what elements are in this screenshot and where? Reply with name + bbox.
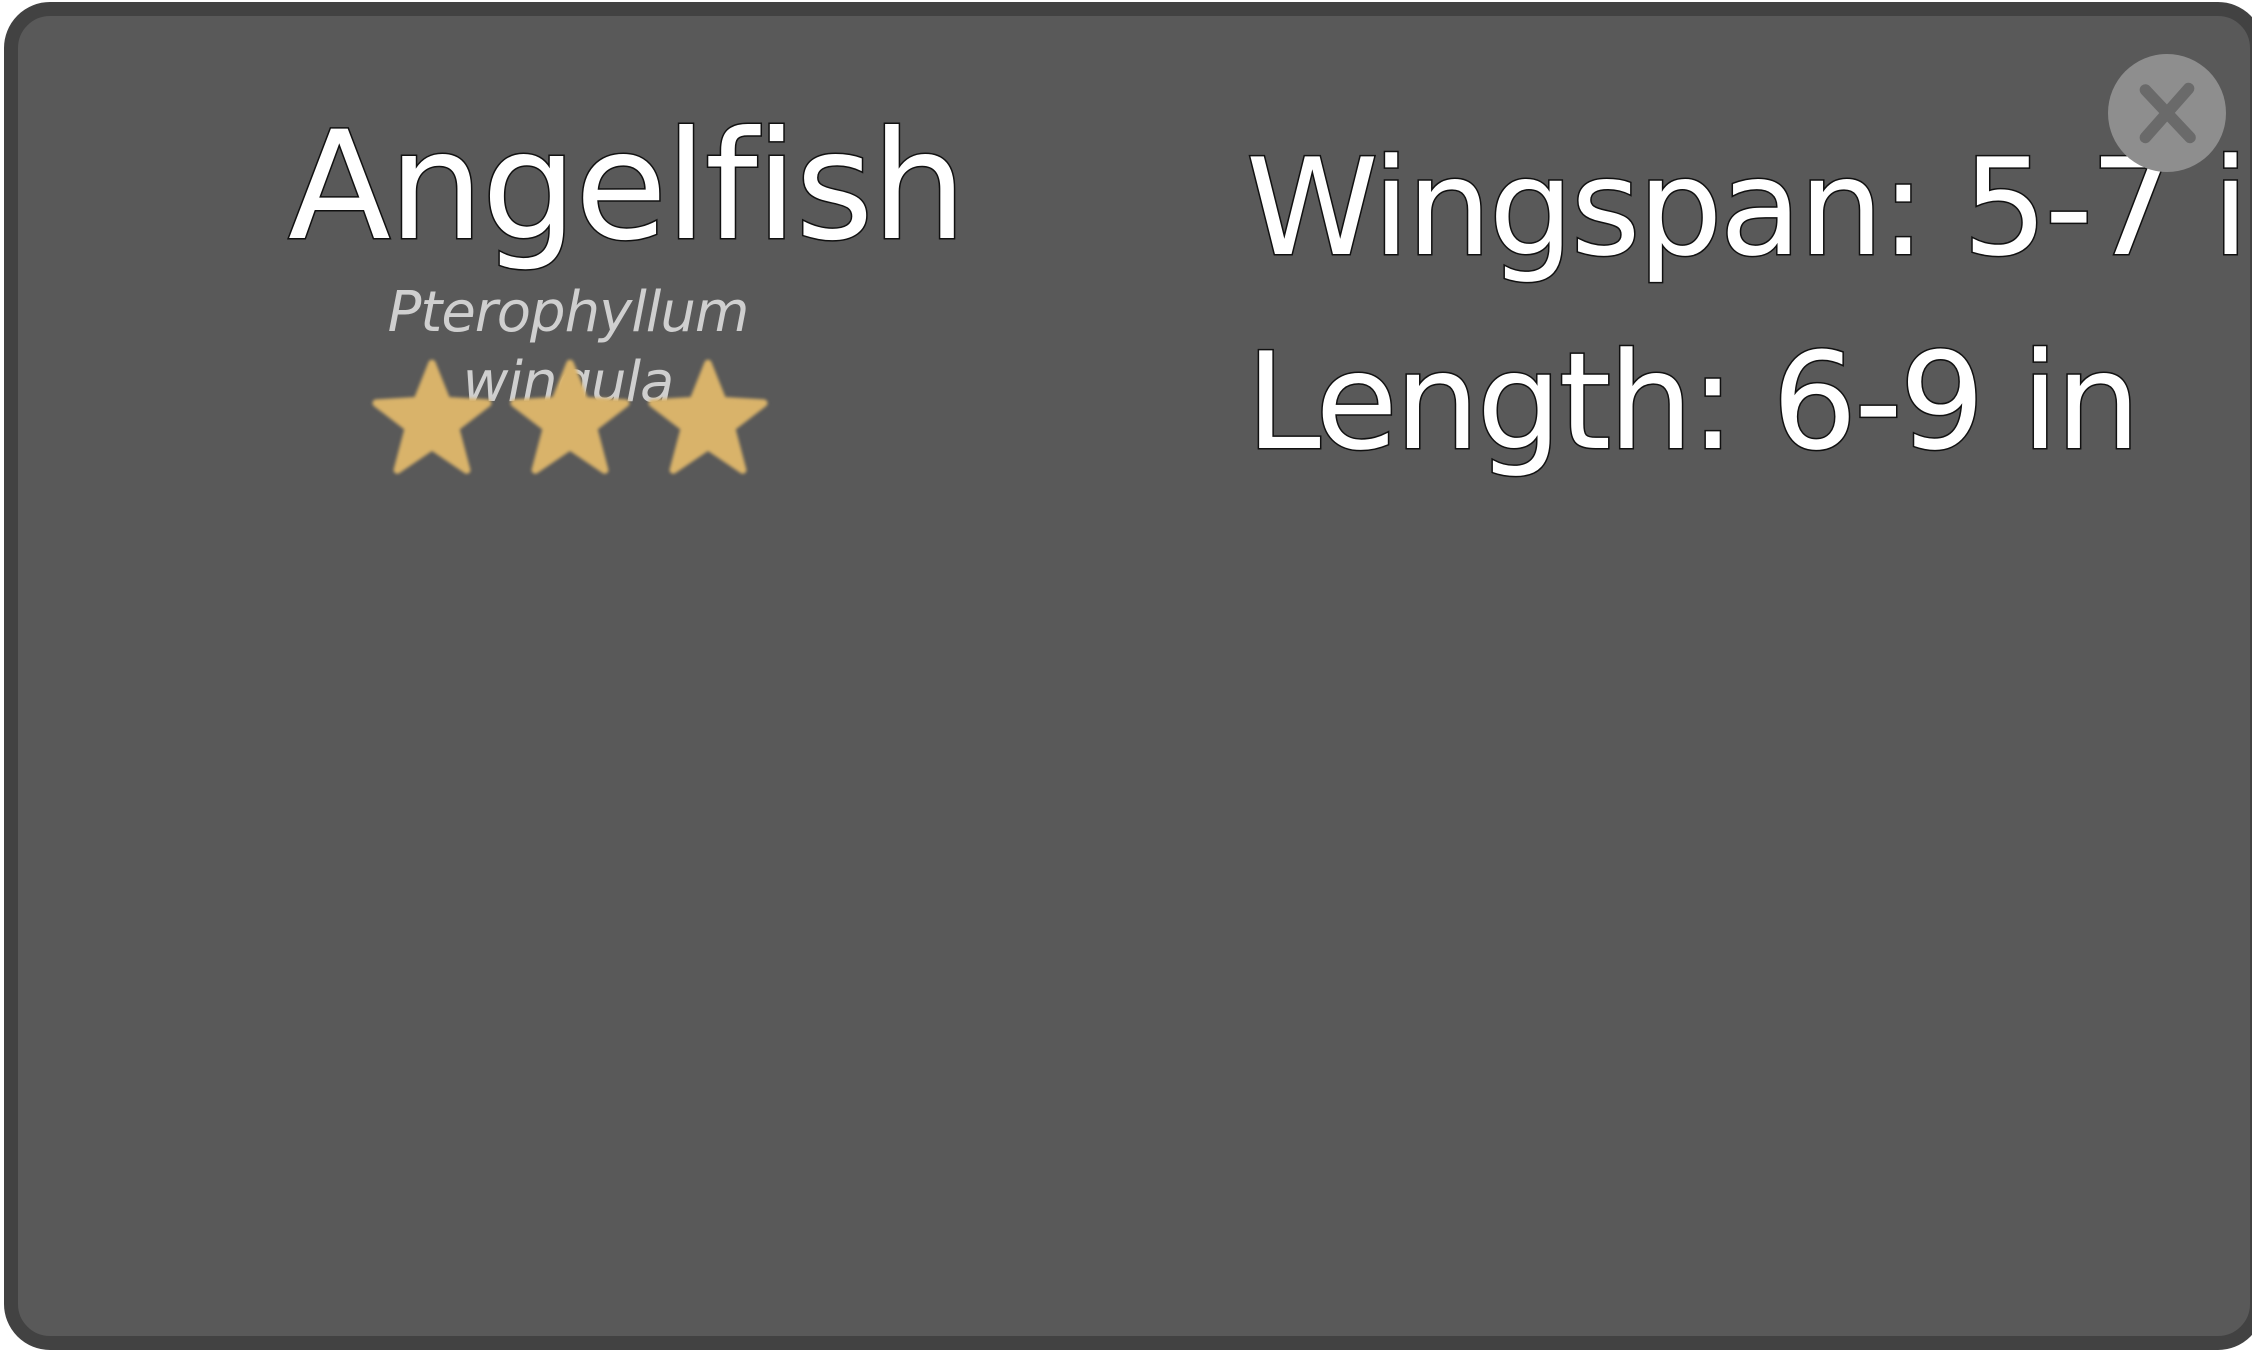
close-button[interactable] — [2108, 54, 2226, 172]
star-icon — [646, 356, 770, 480]
length-stat: Length: 6-9 in — [1245, 323, 2143, 482]
close-icon — [2131, 77, 2203, 149]
fish-name: Angelfish — [287, 100, 969, 274]
fish-info-card: Angelfish Pterophyllum wingula Wingspan:… — [4, 2, 2252, 1350]
star-icon — [508, 356, 632, 480]
star-icon — [370, 356, 494, 480]
rating-stars — [370, 356, 770, 486]
wingspan-stat: Wingspan: 5-7 in — [1244, 129, 2252, 288]
